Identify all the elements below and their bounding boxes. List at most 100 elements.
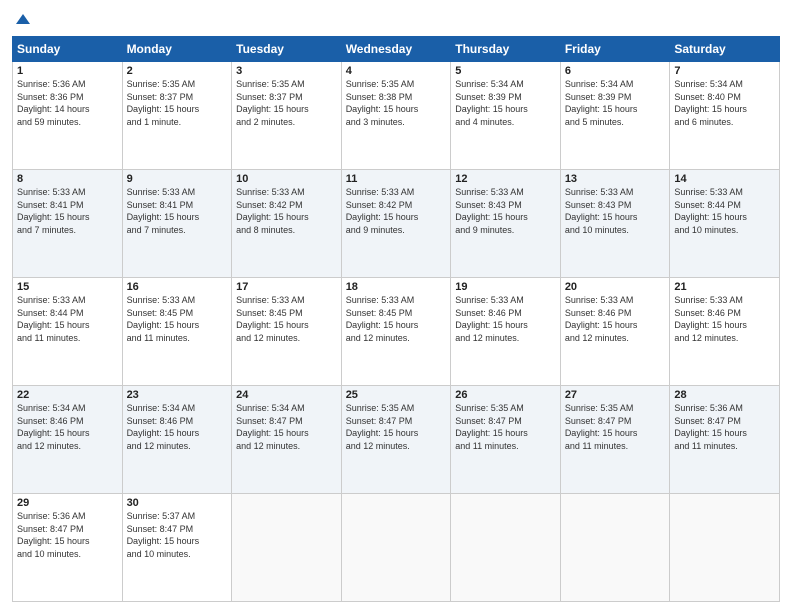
day-info: Sunrise: 5:35 AM Sunset: 8:47 PM Dayligh… [455,402,556,452]
day-info: Sunrise: 5:35 AM Sunset: 8:37 PM Dayligh… [127,78,228,128]
day-number: 7 [674,65,775,77]
day-number: 19 [455,281,556,293]
calendar-cell [670,494,780,602]
calendar-week-row: 15Sunrise: 5:33 AM Sunset: 8:44 PM Dayli… [13,278,780,386]
calendar-cell: 29Sunrise: 5:36 AM Sunset: 8:47 PM Dayli… [13,494,123,602]
day-number: 6 [565,65,666,77]
calendar-cell: 10Sunrise: 5:33 AM Sunset: 8:42 PM Dayli… [232,170,342,278]
calendar-cell: 3Sunrise: 5:35 AM Sunset: 8:37 PM Daylig… [232,62,342,170]
calendar-cell: 1Sunrise: 5:36 AM Sunset: 8:36 PM Daylig… [13,62,123,170]
calendar-cell: 16Sunrise: 5:33 AM Sunset: 8:45 PM Dayli… [122,278,232,386]
day-number: 23 [127,389,228,401]
day-number: 13 [565,173,666,185]
weekday-header-tuesday: Tuesday [232,37,342,62]
day-number: 15 [17,281,118,293]
day-info: Sunrise: 5:36 AM Sunset: 8:47 PM Dayligh… [17,510,118,560]
day-info: Sunrise: 5:33 AM Sunset: 8:46 PM Dayligh… [455,294,556,344]
day-info: Sunrise: 5:35 AM Sunset: 8:37 PM Dayligh… [236,78,337,128]
day-info: Sunrise: 5:33 AM Sunset: 8:46 PM Dayligh… [674,294,775,344]
calendar-cell: 18Sunrise: 5:33 AM Sunset: 8:45 PM Dayli… [341,278,451,386]
weekday-header-sunday: Sunday [13,37,123,62]
calendar-cell: 13Sunrise: 5:33 AM Sunset: 8:43 PM Dayli… [560,170,670,278]
calendar-cell: 5Sunrise: 5:34 AM Sunset: 8:39 PM Daylig… [451,62,561,170]
day-number: 24 [236,389,337,401]
calendar-cell: 17Sunrise: 5:33 AM Sunset: 8:45 PM Dayli… [232,278,342,386]
day-info: Sunrise: 5:33 AM Sunset: 8:45 PM Dayligh… [346,294,447,344]
day-info: Sunrise: 5:37 AM Sunset: 8:47 PM Dayligh… [127,510,228,560]
calendar-cell: 23Sunrise: 5:34 AM Sunset: 8:46 PM Dayli… [122,386,232,494]
calendar-cell: 28Sunrise: 5:36 AM Sunset: 8:47 PM Dayli… [670,386,780,494]
calendar-cell: 27Sunrise: 5:35 AM Sunset: 8:47 PM Dayli… [560,386,670,494]
day-info: Sunrise: 5:34 AM Sunset: 8:40 PM Dayligh… [674,78,775,128]
day-number: 26 [455,389,556,401]
day-info: Sunrise: 5:35 AM Sunset: 8:38 PM Dayligh… [346,78,447,128]
calendar-week-row: 1Sunrise: 5:36 AM Sunset: 8:36 PM Daylig… [13,62,780,170]
calendar-cell: 20Sunrise: 5:33 AM Sunset: 8:46 PM Dayli… [560,278,670,386]
day-info: Sunrise: 5:33 AM Sunset: 8:46 PM Dayligh… [565,294,666,344]
day-number: 12 [455,173,556,185]
calendar-week-row: 8Sunrise: 5:33 AM Sunset: 8:41 PM Daylig… [13,170,780,278]
day-info: Sunrise: 5:33 AM Sunset: 8:41 PM Dayligh… [127,186,228,236]
day-number: 2 [127,65,228,77]
day-info: Sunrise: 5:34 AM Sunset: 8:46 PM Dayligh… [17,402,118,452]
day-number: 14 [674,173,775,185]
calendar-cell: 14Sunrise: 5:33 AM Sunset: 8:44 PM Dayli… [670,170,780,278]
day-number: 29 [17,497,118,509]
calendar-cell [232,494,342,602]
calendar-cell: 25Sunrise: 5:35 AM Sunset: 8:47 PM Dayli… [341,386,451,494]
calendar-cell [451,494,561,602]
day-info: Sunrise: 5:34 AM Sunset: 8:39 PM Dayligh… [455,78,556,128]
weekday-header-monday: Monday [122,37,232,62]
calendar-cell: 9Sunrise: 5:33 AM Sunset: 8:41 PM Daylig… [122,170,232,278]
calendar-cell: 7Sunrise: 5:34 AM Sunset: 8:40 PM Daylig… [670,62,780,170]
day-info: Sunrise: 5:33 AM Sunset: 8:44 PM Dayligh… [674,186,775,236]
day-number: 25 [346,389,447,401]
calendar-cell: 11Sunrise: 5:33 AM Sunset: 8:42 PM Dayli… [341,170,451,278]
day-number: 21 [674,281,775,293]
weekday-header-friday: Friday [560,37,670,62]
day-number: 22 [17,389,118,401]
calendar-cell: 24Sunrise: 5:34 AM Sunset: 8:47 PM Dayli… [232,386,342,494]
day-number: 17 [236,281,337,293]
day-number: 27 [565,389,666,401]
day-info: Sunrise: 5:33 AM Sunset: 8:41 PM Dayligh… [17,186,118,236]
day-number: 3 [236,65,337,77]
day-info: Sunrise: 5:35 AM Sunset: 8:47 PM Dayligh… [346,402,447,452]
calendar-cell: 21Sunrise: 5:33 AM Sunset: 8:46 PM Dayli… [670,278,780,386]
day-info: Sunrise: 5:34 AM Sunset: 8:47 PM Dayligh… [236,402,337,452]
calendar-cell: 22Sunrise: 5:34 AM Sunset: 8:46 PM Dayli… [13,386,123,494]
weekday-header-wednesday: Wednesday [341,37,451,62]
day-info: Sunrise: 5:34 AM Sunset: 8:39 PM Dayligh… [565,78,666,128]
logo-text [12,10,32,28]
day-number: 28 [674,389,775,401]
day-info: Sunrise: 5:33 AM Sunset: 8:45 PM Dayligh… [127,294,228,344]
calendar-cell: 26Sunrise: 5:35 AM Sunset: 8:47 PM Dayli… [451,386,561,494]
day-info: Sunrise: 5:36 AM Sunset: 8:36 PM Dayligh… [17,78,118,128]
day-number: 20 [565,281,666,293]
logo-icon [14,10,32,28]
page: SundayMondayTuesdayWednesdayThursdayFrid… [0,0,792,612]
day-number: 10 [236,173,337,185]
calendar-cell: 2Sunrise: 5:35 AM Sunset: 8:37 PM Daylig… [122,62,232,170]
calendar-table: SundayMondayTuesdayWednesdayThursdayFrid… [12,36,780,602]
calendar-cell: 15Sunrise: 5:33 AM Sunset: 8:44 PM Dayli… [13,278,123,386]
calendar-cell: 6Sunrise: 5:34 AM Sunset: 8:39 PM Daylig… [560,62,670,170]
calendar-week-row: 22Sunrise: 5:34 AM Sunset: 8:46 PM Dayli… [13,386,780,494]
calendar-cell: 19Sunrise: 5:33 AM Sunset: 8:46 PM Dayli… [451,278,561,386]
weekday-header-thursday: Thursday [451,37,561,62]
day-number: 16 [127,281,228,293]
day-info: Sunrise: 5:36 AM Sunset: 8:47 PM Dayligh… [674,402,775,452]
calendar-cell [341,494,451,602]
calendar-cell: 30Sunrise: 5:37 AM Sunset: 8:47 PM Dayli… [122,494,232,602]
day-number: 9 [127,173,228,185]
day-info: Sunrise: 5:33 AM Sunset: 8:44 PM Dayligh… [17,294,118,344]
calendar-cell: 12Sunrise: 5:33 AM Sunset: 8:43 PM Dayli… [451,170,561,278]
day-info: Sunrise: 5:33 AM Sunset: 8:42 PM Dayligh… [236,186,337,236]
header [12,10,780,28]
calendar-cell [560,494,670,602]
day-info: Sunrise: 5:33 AM Sunset: 8:45 PM Dayligh… [236,294,337,344]
day-number: 5 [455,65,556,77]
logo [12,10,32,28]
calendar-header-row: SundayMondayTuesdayWednesdayThursdayFrid… [13,37,780,62]
calendar-cell: 8Sunrise: 5:33 AM Sunset: 8:41 PM Daylig… [13,170,123,278]
